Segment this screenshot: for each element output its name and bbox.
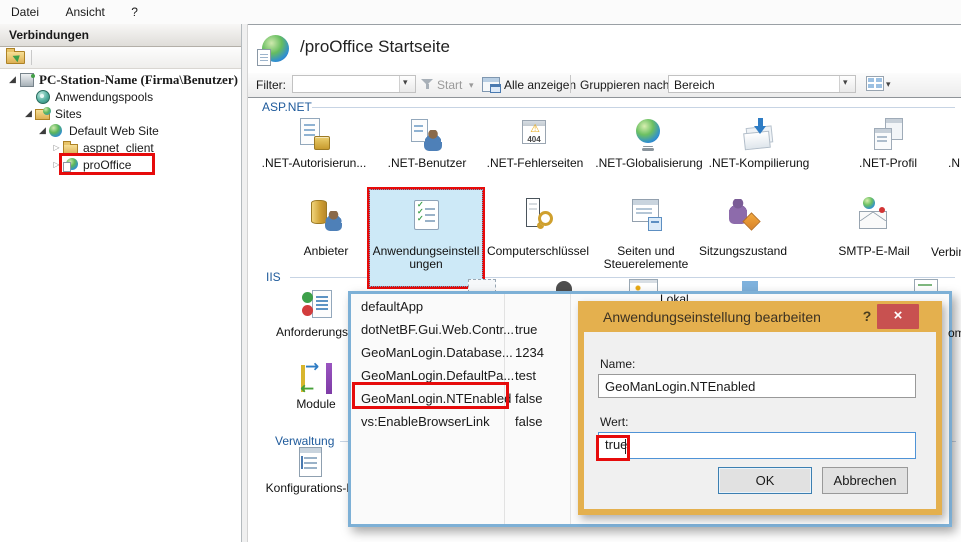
annotation-box-true-value <box>596 435 630 461</box>
setting-value: true <box>515 322 537 337</box>
iis-manager-window: Datei Ansicht ? Verbindungen ◢PC-Station… <box>0 0 961 542</box>
annotation-box-prooffice <box>59 153 155 175</box>
pages-controls-icon <box>628 197 664 231</box>
cancel-button[interactable]: Abbrechen <box>822 467 908 494</box>
lock-doc-icon <box>296 117 332 151</box>
partial-icon <box>742 281 758 291</box>
partial-icon <box>556 281 572 291</box>
close-icon[interactable]: × <box>877 304 919 329</box>
feature-computerschl-ssel[interactable]: Computerschlüssel <box>478 197 598 258</box>
feature-label: Computerschlüssel <box>478 245 598 258</box>
setting-value: false <box>515 414 542 429</box>
setting-name: GeoManLogin.DefaultPa... <box>361 368 514 383</box>
stack-arrow-icon <box>741 117 777 151</box>
feature-label: .NET-Globalisierung <box>589 157 709 170</box>
globe-stand-icon <box>631 117 667 151</box>
feature-label: .NET-Autorisierun... <box>254 157 374 170</box>
wert-field[interactable]: true <box>598 432 916 459</box>
setting-name: defaultApp <box>361 299 423 314</box>
setting-name: vs:EnableBrowserLink <box>361 414 490 429</box>
partial-label-verbin: Verbin <box>931 245 961 259</box>
setting-name: GeoManLogin.Database... <box>361 345 513 360</box>
feature-label: .NET-Fehlerseiten <box>475 157 595 170</box>
setting-value: test <box>515 368 536 383</box>
feature-anbieter[interactable]: Anbieter <box>266 197 386 258</box>
request-filter-icon <box>300 289 336 323</box>
ok-button[interactable]: OK <box>718 467 812 494</box>
feature-label: Sitzungszustand <box>683 245 803 258</box>
feature-label: .NET-Kompilierung <box>699 157 819 170</box>
feature-label: Anwendungseinstellungen <box>370 245 482 271</box>
partial-label-n: .N <box>948 156 960 170</box>
profile-windows-icon <box>870 117 906 151</box>
session-state-icon <box>725 197 761 231</box>
feature-net-benutzer[interactable]: .NET-Benutzer <box>367 117 487 170</box>
feature-label: SMTP-E-Mail <box>814 245 934 258</box>
name-label: Name: <box>600 357 635 371</box>
feature-anwendungseinstell[interactable]: Anwendungseinstellungen <box>370 190 482 286</box>
feature-sitzungszustand[interactable]: Sitzungszustand <box>683 197 803 258</box>
help-icon[interactable]: ? <box>860 308 874 324</box>
setting-name: dotNetBF.Gui.Web.Contr... <box>361 322 514 337</box>
provider-db-icon <box>308 197 344 231</box>
checklist-icon <box>408 198 444 232</box>
setting-value: false <box>515 391 542 406</box>
feature-label: .NET-Profil <box>828 157 948 170</box>
feature-net-profil[interactable]: .NET-Profil <box>828 117 948 170</box>
machine-key-icon <box>520 197 556 231</box>
feature-net-kompilierung[interactable]: .NET-Kompilierung <box>699 117 819 170</box>
feature-net-globalisierung[interactable]: .NET-Globalisierung <box>589 117 709 170</box>
config-editor-icon <box>292 446 328 480</box>
error-404-icon <box>517 117 553 151</box>
module-arrows-icon <box>298 362 334 396</box>
feature-label: Anbieter <box>266 245 386 258</box>
feature-net-autorisierun[interactable]: .NET-Autorisierun... <box>254 117 374 170</box>
dialog-title: Anwendungseinstellung bearbeiten <box>603 309 821 325</box>
smtp-mail-icon <box>856 197 892 231</box>
edit-setting-dialog: Anwendungseinstellung bearbeiten ? × Nam… <box>578 301 942 515</box>
annotation-box-ntenabled-row <box>352 382 509 409</box>
name-field[interactable]: GeoManLogin.NTEnabled <box>598 374 916 398</box>
setting-value: 1234 <box>515 345 544 360</box>
wert-label: Wert: <box>600 415 628 429</box>
feature-net-fehlerseiten[interactable]: .NET-Fehlerseiten <box>475 117 595 170</box>
feature-smtp-e-mail[interactable]: SMTP-E-Mail <box>814 197 934 258</box>
user-doc-icon <box>409 117 445 151</box>
feature-label: .NET-Benutzer <box>367 157 487 170</box>
